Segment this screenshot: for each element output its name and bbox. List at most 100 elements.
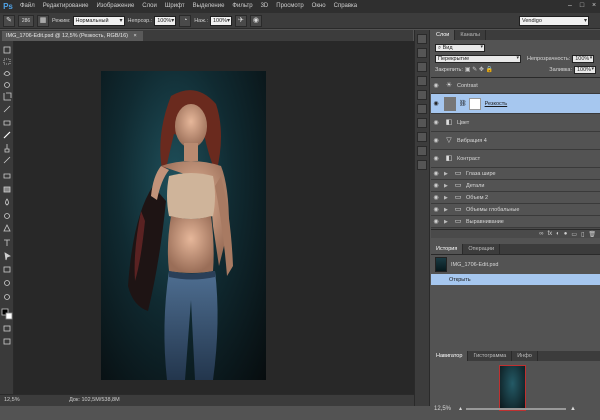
tab-histogram[interactable]: Гистограмма [468,351,513,361]
blend-mode-dropdown[interactable]: Перекрытие [435,54,521,63]
eye-icon[interactable]: ◉ [431,170,441,177]
tab-actions[interactable]: Операции [463,244,501,254]
eye-icon[interactable]: ◉ [431,194,441,201]
sun-icon: ☀ [445,82,453,89]
new-layer-icon[interactable]: ▯ [581,231,584,238]
layers-panel-tabs: Слои Каналы [431,30,600,40]
workspace-switcher[interactable]: Vendigo [519,16,589,26]
swatches-panel-icon[interactable] [417,90,427,100]
layer-row[interactable]: ◉ ◧ Контраст [431,150,600,168]
history-state[interactable]: Открыть [431,274,600,285]
brush-preset-picker[interactable]: 286 [18,14,34,27]
zoom-out-icon[interactable]: ▴ [459,405,462,412]
eye-icon[interactable]: ◉ [431,82,441,89]
new-group-icon[interactable]: ▭ [571,231,577,238]
tab-navigator[interactable]: Навигатор [431,351,469,361]
snapshot-thumbnail [435,257,447,272]
chain-icon[interactable]: ⛓ [459,100,467,107]
menu-edit[interactable]: Редактирование [39,0,93,13]
navigator-zoom-value[interactable]: 12,5% [434,406,451,412]
fill-field[interactable]: 100% [574,65,596,74]
tab-history[interactable]: История [431,244,464,254]
menu-filter[interactable]: Фильтр [228,0,256,13]
eye-icon[interactable]: ◉ [431,182,441,189]
status-zoom[interactable]: 12,5% [4,397,20,403]
eye-icon[interactable]: ◉ [431,100,441,107]
airbrush-icon[interactable]: ✈ [234,14,247,27]
layer-filter-row: ⌕ Вид [431,42,600,53]
close-tab-icon[interactable]: × [134,33,137,39]
lock-icons[interactable]: ▣ ✎ ✥ 🔒 [465,66,493,73]
add-mask-icon[interactable]: ◐ [556,231,560,237]
brush-tool-icon[interactable]: ✎ [3,14,15,27]
paragraph-panel-icon[interactable] [417,132,427,142]
adjustment-layer-icon[interactable]: ● [564,231,568,237]
gradient-tool-icon [3,186,11,193]
layer-group-row[interactable]: ◉ ▶ ▭ Объем 2 [431,192,600,204]
menu-help[interactable]: Справка [330,0,362,13]
layer-row[interactable]: ◉ ☀ Contrast [431,78,600,94]
pressure-field[interactable]: 100% [209,15,232,26]
tab-layers[interactable]: Слои [431,30,456,40]
tab-channels[interactable]: Каналы [455,30,486,40]
brush-panel-toggle-icon[interactable]: ▦ [37,14,49,27]
collapse-panels-icon[interactable] [417,34,427,44]
expand-arrow-icon[interactable]: ▶ [444,171,450,177]
expand-arrow-icon[interactable]: ▶ [444,183,450,189]
layer-opacity-field[interactable]: 100% [572,54,595,63]
history-panel-icon[interactable] [417,48,427,58]
layer-style-icon[interactable]: fx [547,231,552,237]
menu-type[interactable]: Шрифт [161,0,189,13]
layer-row[interactable]: ◉ ▽ Вибрация 4 [431,132,600,150]
menu-window[interactable]: Окно [308,0,330,13]
brush-panel-icon[interactable] [417,160,427,170]
character-panel-icon[interactable] [417,146,427,156]
layer-row-selected[interactable]: ◉ ⛓ Резкость [431,94,600,114]
zoom-in-icon[interactable]: ▲ [570,406,576,412]
layer-group-row[interactable]: ◉ ▶ ▭ Глаза шире [431,168,600,180]
expand-arrow-icon[interactable]: ▶ [444,207,450,213]
pressure-opacity-icon[interactable]: ◔ [179,14,192,27]
mode-dropdown[interactable]: Нормальный [72,15,125,26]
layer-group-row[interactable]: ◉ ▶ ▭ Детали [431,180,600,192]
layer-row[interactable]: ◉ ◧ Цвет [431,114,600,132]
layer-group-row[interactable]: ◉ ▶ ▭ Выравнивание [431,216,600,228]
eye-icon[interactable]: ◉ [431,206,441,213]
document-tab[interactable]: IMG_1706-Edit.psd @ 12,5% (Резкость, RGB… [2,31,143,41]
layer-filter-dropdown[interactable]: ⌕ Вид [435,43,485,52]
expand-arrow-icon[interactable]: ▶ [444,195,450,201]
menu-view[interactable]: Просмотр [272,0,307,13]
history-snapshot[interactable]: IMG_1706-Edit.psd [431,255,600,274]
expand-arrow-icon[interactable]: ▶ [444,219,450,225]
layer-group-row[interactable]: ◉ ▶ ▭ Объемы глобальные [431,204,600,216]
opacity-label: Непрозр.: [127,17,153,24]
close-icon[interactable]: × [588,0,600,13]
eye-icon[interactable]: ◉ [431,137,441,144]
link-layers-icon[interactable]: ∞ [539,231,543,237]
menu-file[interactable]: Файл [16,0,39,13]
eye-icon[interactable]: ◉ [431,218,441,225]
menu-image[interactable]: Изображение [92,0,138,13]
status-doc-info[interactable]: Док: 102,5M/538,8M [69,397,120,403]
fill-value: 100% [577,66,592,73]
styles-panel-icon[interactable] [417,118,427,128]
color-panel-icon[interactable] [417,76,427,86]
document-image[interactable] [101,71,266,380]
menu-layers[interactable]: Слои [138,0,161,13]
menu-select[interactable]: Выделение [189,0,229,13]
canvas-area[interactable] [14,41,414,394]
menu-3d[interactable]: 3D [257,0,273,13]
maximize-icon[interactable]: □ [576,0,588,13]
dodge-tool-icon [4,213,10,219]
adjustments-panel-icon[interactable] [417,104,427,114]
zoom-slider[interactable] [466,407,567,410]
eye-icon[interactable]: ◉ [431,119,441,126]
delete-layer-icon[interactable]: 🗑 [588,231,596,238]
pressure-size-icon[interactable]: ◉ [249,14,262,27]
minimize-icon[interactable]: – [564,0,576,13]
layer-mask-thumbnail[interactable] [468,97,481,110]
properties-panel-icon[interactable] [417,62,427,72]
opacity-field[interactable]: 100% [154,15,177,26]
eye-icon[interactable]: ◉ [431,155,441,162]
tab-info[interactable]: Инфо [512,351,538,361]
